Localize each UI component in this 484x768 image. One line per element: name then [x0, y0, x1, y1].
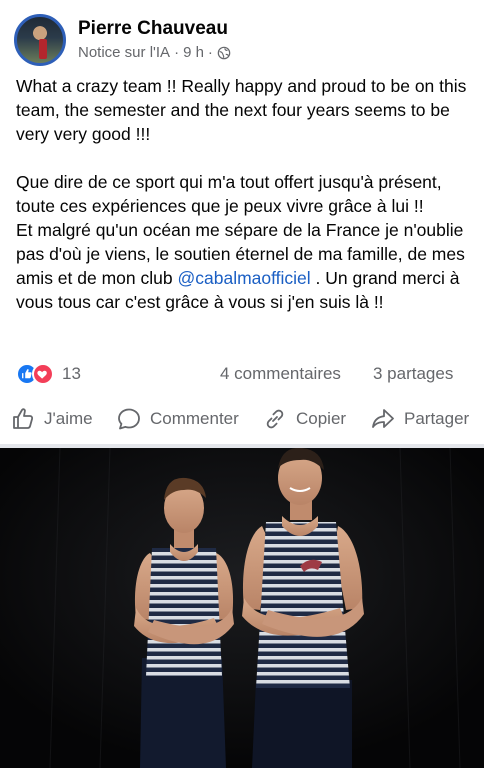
post-photo[interactable]	[0, 448, 484, 768]
copy-link-button[interactable]: Copier	[262, 406, 346, 432]
link-icon	[266, 409, 284, 429]
share-arrow-icon	[372, 409, 394, 428]
post-stats: 13 4 commentaires 3 partages	[16, 361, 468, 387]
globe-icon	[217, 46, 231, 59]
team-photo-illustration	[0, 448, 484, 768]
mention-link[interactable]: @cabalmaofficiel	[177, 268, 310, 288]
comment-button-label: Commenter	[150, 409, 239, 428]
reaction-count[interactable]: 13	[62, 364, 81, 384]
author-name[interactable]: Pierre Chauveau	[78, 18, 228, 40]
comment-button[interactable]: Commenter	[116, 406, 239, 432]
post-paragraph-fr-1: Que dire de ce sport qui m'a tout offert…	[16, 172, 442, 216]
author-avatar[interactable]	[14, 14, 66, 66]
post-actions: J'aime Commenter Copier Partager	[0, 400, 484, 440]
shares-count[interactable]: 3 partages	[373, 364, 453, 384]
share-button-label: Partager	[404, 409, 470, 428]
comments-count[interactable]: 4 commentaires	[220, 364, 341, 384]
meta-separator: ·	[174, 44, 180, 61]
thumbs-up-icon	[13, 408, 34, 429]
comment-bubble-icon	[118, 408, 140, 430]
meta-separator: ·	[207, 44, 213, 61]
copy-button-label: Copier	[296, 409, 347, 428]
like-button-label: J'aime	[44, 409, 93, 428]
post-paragraph-fr-2: Et malgré qu'un océan me sépare de la Fr…	[16, 218, 474, 314]
love-reaction-icon	[32, 363, 54, 385]
share-button[interactable]: Partager	[370, 406, 469, 432]
post-paragraph-en: What a crazy team !! Really happy and pr…	[16, 76, 467, 144]
post-body: What a crazy team !! Really happy and pr…	[16, 74, 474, 314]
post-meta: Notice sur l'IA · 9 h ·	[78, 44, 231, 61]
like-button[interactable]: J'aime	[10, 406, 93, 432]
ai-notice[interactable]: Notice sur l'IA	[78, 44, 170, 61]
post-header: Pierre Chauveau Notice sur l'IA · 9 h ·	[0, 0, 484, 74]
post-time[interactable]: 9 h	[183, 44, 204, 61]
reactions-summary[interactable]	[16, 363, 64, 385]
